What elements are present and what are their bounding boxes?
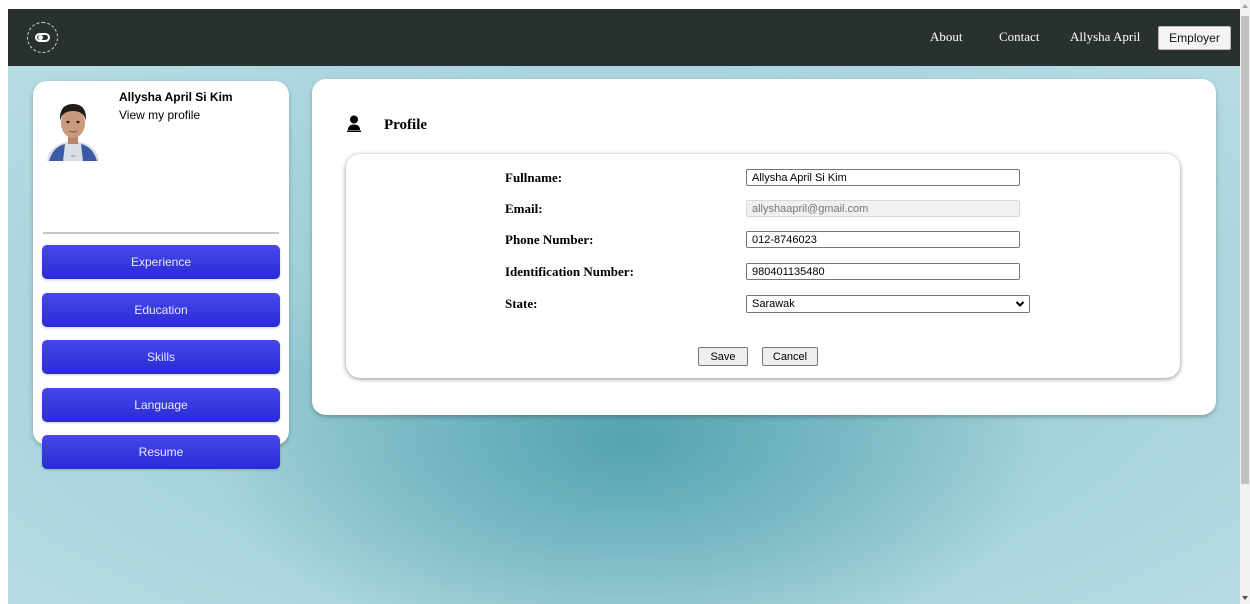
identification-input[interactable] <box>746 263 1020 280</box>
employer-button[interactable]: Employer <box>1158 26 1231 50</box>
nav-link-user[interactable]: Allysha April <box>1070 29 1140 45</box>
user-name: Allysha April Si Kim <box>119 90 233 104</box>
language-button[interactable]: Language <box>42 388 280 422</box>
profile-card: Profile Fullname: Email: Phone Number: I… <box>312 79 1216 415</box>
skills-button[interactable]: Skills <box>42 340 280 374</box>
nav-link-about[interactable]: About <box>930 29 963 45</box>
save-button[interactable]: Save <box>698 347 748 366</box>
page-scrollbar[interactable] <box>1240 0 1250 604</box>
state-select-value: Sarawak <box>752 298 795 310</box>
scroll-up-icon[interactable] <box>1242 4 1248 8</box>
fullname-input[interactable] <box>746 169 1020 186</box>
page-background: About Contact Allysha April Employer ~ A… <box>8 9 1240 604</box>
fullname-label: Fullname: <box>505 170 563 185</box>
profile-form: Fullname: Email: Phone Number: Identific… <box>346 154 1180 378</box>
experience-button[interactable]: Experience <box>42 245 280 279</box>
state-label: State: <box>505 296 538 311</box>
svg-text:~: ~ <box>70 153 75 160</box>
phone-input[interactable] <box>746 231 1020 248</box>
divider <box>43 232 279 234</box>
nav-link-contact[interactable]: Contact <box>999 29 1039 45</box>
page-title: Profile <box>384 117 428 133</box>
sidebar-card: ~ Allysha April Si Kim View my profile E… <box>33 81 289 469</box>
chevron-down-icon <box>1015 299 1025 309</box>
resume-button[interactable]: Resume <box>42 435 280 469</box>
scrollbar-thumb[interactable] <box>1241 16 1249 484</box>
person-icon <box>347 115 361 132</box>
phone-label: Phone Number: <box>505 232 594 247</box>
email-input <box>746 200 1020 217</box>
state-select[interactable]: Sarawak <box>746 295 1030 313</box>
cancel-button[interactable]: Cancel <box>762 347 818 366</box>
education-button[interactable]: Education <box>42 293 280 327</box>
toggle-logo-icon[interactable] <box>27 22 58 53</box>
view-profile-link[interactable]: View my profile <box>119 108 200 122</box>
navbar: About Contact Allysha April Employer <box>8 9 1240 66</box>
email-label: Email: <box>505 201 543 216</box>
avatar: ~ <box>43 91 103 161</box>
identification-label: Identification Number: <box>505 264 634 279</box>
scroll-down-icon[interactable] <box>1242 596 1248 600</box>
